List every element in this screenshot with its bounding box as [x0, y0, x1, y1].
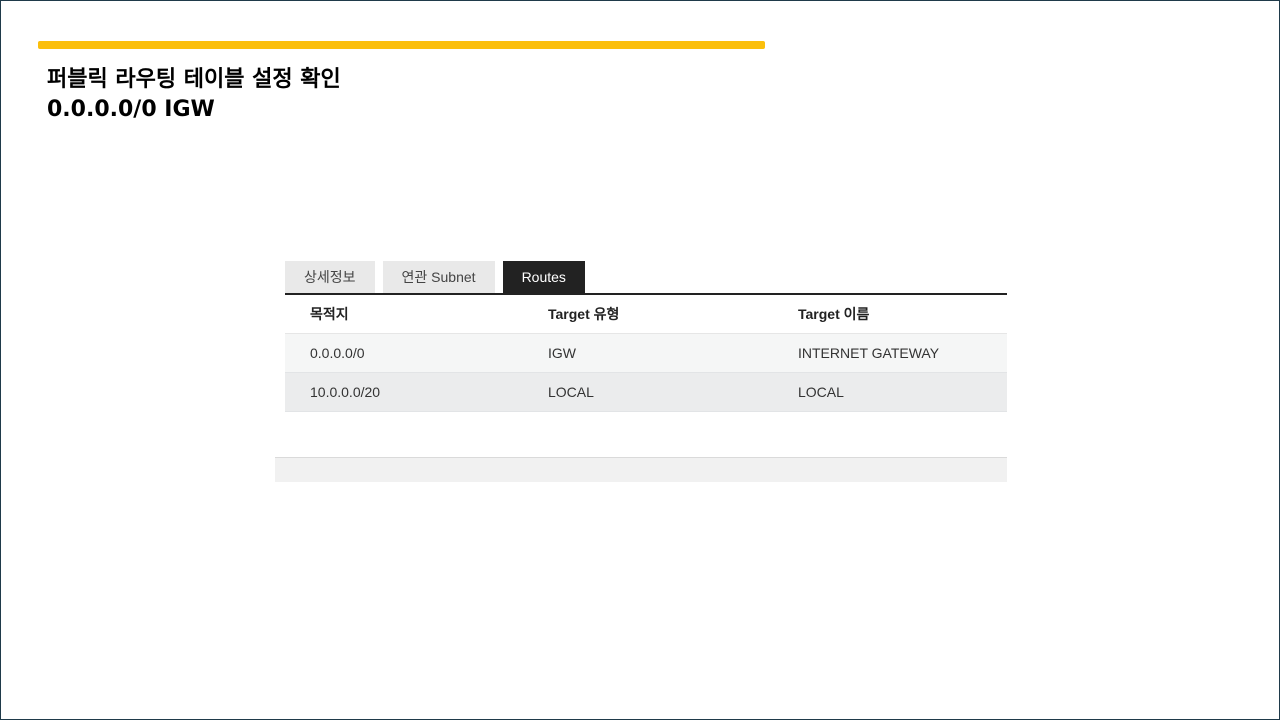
- title-line-2: 0.0.0.0/0 IGW: [47, 97, 215, 122]
- cell-target-type: LOCAL: [548, 372, 798, 412]
- routes-table: 목적지 Target 유형 Target 이름 0.0.0.0/0 IGW IN…: [285, 295, 1007, 412]
- table-row[interactable]: 10.0.0.0/20 LOCAL LOCAL: [285, 372, 1007, 412]
- slide: 퍼블릭 라우팅 테이블 설정 확인 0.0.0.0/0 IGW 상세정보 연관 …: [0, 0, 1280, 720]
- header-destination: 목적지: [285, 295, 548, 334]
- route-table-panel: 상세정보 연관 Subnet Routes 목적지 Target 유형 Targ…: [285, 261, 1007, 412]
- tab-details[interactable]: 상세정보: [285, 261, 375, 293]
- slide-title: 퍼블릭 라우팅 테이블 설정 확인 0.0.0.0/0 IGW: [47, 65, 341, 125]
- tab-associated-subnet[interactable]: 연관 Subnet: [382, 261, 495, 293]
- table-header-row: 목적지 Target 유형 Target 이름: [285, 295, 1007, 334]
- cell-destination: 10.0.0.0/20: [285, 372, 548, 412]
- cell-target-name: LOCAL: [798, 372, 1007, 412]
- tab-bar: 상세정보 연관 Subnet Routes: [285, 261, 1007, 293]
- table-row[interactable]: 0.0.0.0/0 IGW INTERNET GATEWAY: [285, 333, 1007, 373]
- tab-routes[interactable]: Routes: [502, 261, 585, 293]
- footer-bar: [275, 457, 1007, 482]
- cell-target-type: IGW: [548, 333, 798, 373]
- header-target-name: Target 이름: [798, 295, 1007, 334]
- header-target-type: Target 유형: [548, 295, 798, 334]
- cell-destination: 0.0.0.0/0: [285, 333, 548, 373]
- title-line-1: 퍼블릭 라우팅 테이블 설정 확인: [47, 67, 341, 92]
- accent-bar: [38, 41, 765, 49]
- cell-target-name: INTERNET GATEWAY: [798, 333, 1007, 373]
